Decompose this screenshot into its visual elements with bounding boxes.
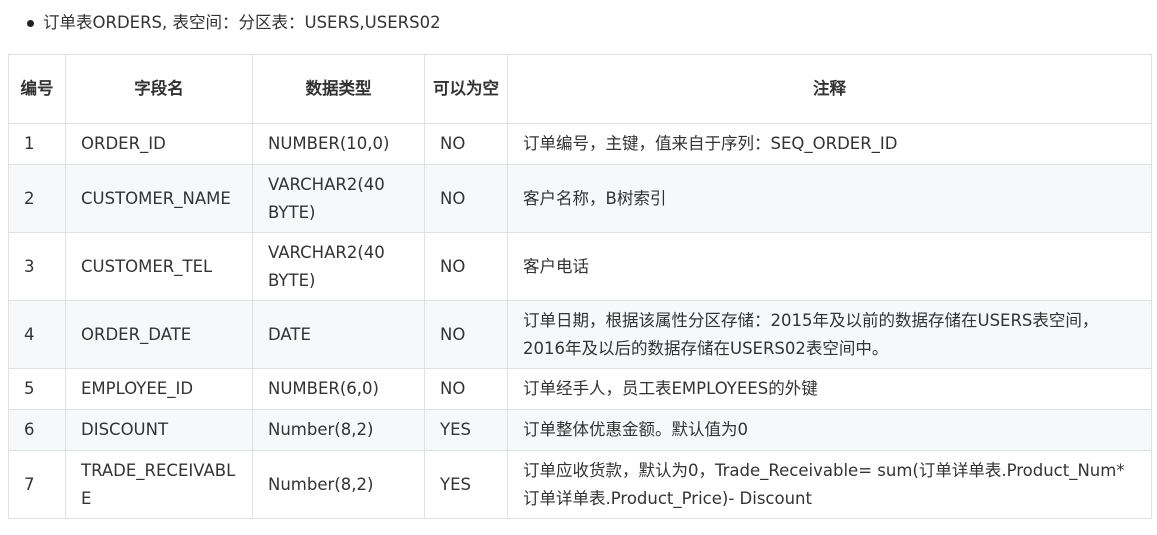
cell-field: CUSTOMER_TEL [65, 232, 253, 301]
header-comment: 注释 [507, 54, 1152, 124]
cell-type: DATE [252, 300, 425, 369]
table-row: 3 CUSTOMER_TEL VARCHAR2(40 BYTE) NO 客户电话 [8, 232, 1152, 301]
cell-nullable: NO [424, 164, 508, 233]
cell-no: 3 [8, 232, 66, 301]
cell-type: NUMBER(10,0) [252, 123, 425, 165]
cell-no: 4 [8, 300, 66, 369]
header-nullable: 可以为空 [424, 54, 508, 124]
cell-nullable: YES [424, 450, 508, 519]
cell-comment: 订单编号，主键，值来自于序列：SEQ_ORDER_ID [507, 123, 1152, 165]
header-field-name: 字段名 [65, 54, 253, 124]
bullet-dot-icon [27, 19, 34, 27]
cell-field: ORDER_DATE [65, 300, 253, 369]
cell-no: 5 [8, 368, 66, 410]
header-no: 编号 [8, 54, 66, 124]
cell-field: ORDER_ID [65, 123, 253, 165]
header-data-type: 数据类型 [252, 54, 425, 124]
cell-field: CUSTOMER_NAME [65, 164, 253, 233]
cell-no: 6 [8, 409, 66, 451]
cell-comment: 客户名称，B树索引 [507, 164, 1152, 233]
cell-nullable: NO [424, 232, 508, 301]
table-row: 7 TRADE_RECEIVABLE Number(8,2) YES 订单应收货… [8, 450, 1152, 519]
cell-field: TRADE_RECEIVABLE [65, 450, 253, 519]
cell-comment: 客户电话 [507, 232, 1152, 301]
cell-comment: 订单整体优惠金额。默认值为0 [507, 409, 1152, 451]
cell-type: VARCHAR2(40 BYTE) [252, 164, 425, 233]
cell-nullable: NO [424, 300, 508, 369]
cell-type: NUMBER(6,0) [252, 368, 425, 410]
orders-schema-table: 编号 字段名 数据类型 可以为空 注释 1 ORDER_ID NUMBER(10… [8, 54, 1152, 519]
cell-no: 7 [8, 450, 66, 519]
table-row: 5 EMPLOYEE_ID NUMBER(6,0) NO 订单经手人，员工表EM… [8, 368, 1152, 410]
cell-nullable: NO [424, 368, 508, 410]
cell-field: DISCOUNT [65, 409, 253, 451]
cell-no: 1 [8, 123, 66, 165]
cell-type: Number(8,2) [252, 450, 425, 519]
cell-nullable: NO [424, 123, 508, 165]
cell-nullable: YES [424, 409, 508, 451]
intro-bullet: 订单表ORDERS, 表空间：分区表：USERS,USERS02 [27, 10, 441, 36]
cell-field: EMPLOYEE_ID [65, 368, 253, 410]
cell-type: Number(8,2) [252, 409, 425, 451]
intro-text: 订单表ORDERS, 表空间：分区表：USERS,USERS02 [43, 13, 441, 32]
table-row: 4 ORDER_DATE DATE NO 订单日期，根据该属性分区存储：2015… [8, 300, 1152, 369]
cell-comment: 订单日期，根据该属性分区存储：2015年及以前的数据存储在USERS表空间，20… [507, 300, 1152, 369]
table-header-row: 编号 字段名 数据类型 可以为空 注释 [8, 54, 1152, 124]
cell-type: VARCHAR2(40 BYTE) [252, 232, 425, 301]
cell-no: 2 [8, 164, 66, 233]
table-row: 2 CUSTOMER_NAME VARCHAR2(40 BYTE) NO 客户名… [8, 164, 1152, 233]
cell-comment: 订单经手人，员工表EMPLOYEES的外键 [507, 368, 1152, 410]
table-row: 1 ORDER_ID NUMBER(10,0) NO 订单编号，主键，值来自于序… [8, 123, 1152, 165]
cell-comment: 订单应收货款，默认为0，Trade_Receivable= sum(订单详单表.… [507, 450, 1152, 519]
table-row: 6 DISCOUNT Number(8,2) YES 订单整体优惠金额。默认值为… [8, 409, 1152, 451]
